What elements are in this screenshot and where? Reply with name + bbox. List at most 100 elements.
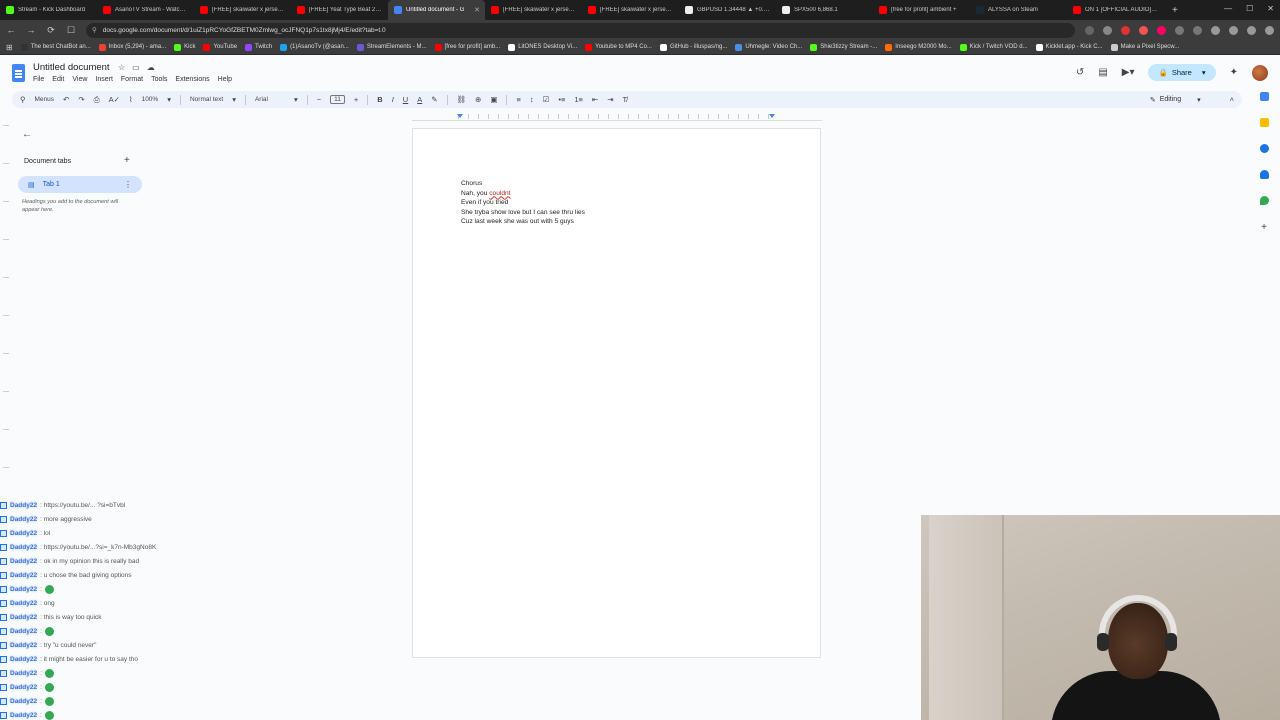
bookmark-item[interactable]: Kick (174, 43, 195, 51)
add-addon-icon[interactable]: + (1261, 222, 1267, 233)
star-icon[interactable] (1103, 25, 1112, 35)
bookmark-item[interactable]: Uhmegle: Video Ch... (735, 43, 802, 51)
keep-icon[interactable] (1259, 118, 1269, 127)
bookmark-item[interactable]: The best ChatBot an... (20, 43, 91, 51)
right-indent-marker[interactable] (769, 114, 775, 118)
bookmark-item[interactable]: LitONES Desktop Vi... (508, 43, 577, 51)
search-menus-icon[interactable]: ⚲ (20, 95, 26, 104)
add-tab-icon[interactable]: + (124, 155, 130, 166)
checklist-icon[interactable]: ☑ (543, 95, 550, 104)
browser-tab[interactable]: AsanoTV Stream - Watch Li (97, 0, 194, 20)
bookmark-item[interactable]: Shie3tizzy Stream -... (810, 43, 877, 51)
puzzle-icon[interactable] (1193, 25, 1202, 35)
browser-tab[interactable]: [FREE] skaiwater x jersey cl (194, 0, 291, 20)
profile-icon[interactable] (1247, 25, 1256, 35)
menu-tools[interactable]: Tools (151, 76, 167, 83)
menu-edit[interactable]: Edit (52, 76, 64, 83)
bulleted-list-icon[interactable]: •≡ (558, 95, 565, 104)
browser-tab[interactable]: [free for profit] ambient + (873, 0, 970, 20)
bookmark-item[interactable]: GitHub - illuspas/ng... (659, 43, 727, 51)
bookmark-item[interactable]: Youtube to MP4 Co... (585, 43, 652, 51)
url-field[interactable]: ⚲ docs.google.com/document/d/1uiZ1pRCYoG… (86, 22, 1075, 38)
meet-icon[interactable]: ▶▾ (1122, 67, 1135, 78)
zoom-select[interactable]: 100% (142, 96, 159, 103)
bookmark-item[interactable]: Inseego M2000 Mo... (885, 43, 952, 51)
menu-extensions[interactable]: Extensions (175, 76, 209, 83)
cloud-status-icon[interactable]: ☁ (147, 63, 155, 72)
browser-tab[interactable]: ALYSSA on Steam (970, 0, 1067, 20)
tab-options-icon[interactable]: ⋮ (124, 180, 132, 189)
font-select[interactable]: Arial (255, 96, 285, 103)
increase-font-icon[interactable]: + (354, 95, 358, 104)
chevron-down-icon[interactable]: ▾ (294, 95, 298, 104)
style-select[interactable]: Normal text (190, 96, 223, 103)
browser-tab[interactable]: GBPUSD 1.34448 ▲ +0.14% (679, 0, 776, 20)
chevron-down-icon[interactable]: ▾ (1202, 68, 1206, 77)
image-icon[interactable]: ▣ (490, 95, 497, 104)
undo-icon[interactable]: ↶ (63, 95, 69, 104)
bookmark-item[interactable]: Kick / Twitch VOD d... (959, 43, 1028, 51)
menu-view[interactable]: View (72, 76, 87, 83)
increase-indent-icon[interactable]: ⇥ (607, 95, 613, 104)
editing-mode-select[interactable]: ✎ Editing ▾ (1150, 96, 1201, 104)
decrease-font-icon[interactable]: − (317, 95, 321, 104)
print-icon[interactable]: ⎙ (94, 95, 100, 105)
menus-search[interactable]: Menus (35, 96, 55, 103)
menu-help[interactable]: Help (218, 76, 232, 83)
avatar[interactable] (1252, 64, 1268, 81)
browser-tab[interactable]: Stream - Kick Dashboard (0, 0, 97, 20)
move-folder-icon[interactable]: ▭ (132, 63, 140, 72)
browser-tab[interactable]: SPX500 6,868.1 (776, 0, 873, 20)
site-info-icon[interactable]: ⚲ (92, 26, 97, 34)
spellcheck-icon[interactable]: A✓ (109, 95, 120, 104)
comments-icon[interactable]: ▤ (1098, 67, 1107, 78)
underline-icon[interactable]: U (403, 95, 408, 104)
share-page-icon[interactable] (1085, 25, 1094, 35)
apps-grid-icon[interactable]: ⊞ (6, 43, 13, 52)
back-arrow-icon[interactable]: ← (22, 129, 32, 140)
horizontal-ruler[interactable] (412, 113, 822, 121)
collapse-toolbar-icon[interactable]: ˄ (1230, 95, 1234, 104)
bookmark-item[interactable]: Twitch (245, 43, 272, 51)
bookmark-item[interactable]: Kicklet.app - Kick C... (1035, 43, 1103, 51)
menu-insert[interactable]: Insert (95, 76, 113, 83)
bookmark-item[interactable]: Inbox (5,294) - ama... (98, 43, 166, 51)
chevron-down-icon[interactable]: ▾ (167, 95, 171, 104)
history-icon[interactable]: ↺ (1076, 67, 1084, 78)
highlight-icon[interactable]: ✎ (431, 95, 437, 104)
left-indent-marker[interactable] (457, 114, 463, 118)
chevron-down-icon[interactable]: ▾ (232, 95, 236, 104)
link-icon[interactable]: ⛓ (457, 95, 467, 104)
tasks-icon[interactable] (1259, 144, 1269, 153)
bookmark-page-icon[interactable]: ☐ (66, 25, 76, 36)
close-icon[interactable]: ✕ (1267, 4, 1274, 13)
maximize-icon[interactable]: ☐ (1246, 4, 1253, 13)
bold-icon[interactable]: B (377, 95, 382, 104)
italic-icon[interactable]: I (392, 95, 394, 104)
browser-tab[interactable]: Untitled document - G ✕ (388, 0, 485, 20)
line-spacing-icon[interactable]: ↕ (530, 95, 534, 104)
download-icon[interactable] (1229, 25, 1238, 35)
align-icon[interactable]: ≡ (516, 95, 520, 104)
paint-format-icon[interactable]: ⌇ (129, 95, 133, 104)
star-icon[interactable]: ☆ (118, 63, 125, 72)
browser-tab[interactable]: [FREE] skaiwater x jersey cl (582, 0, 679, 20)
calendar-icon[interactable] (1259, 92, 1269, 101)
browser-tab[interactable]: ON 1 [OFFICIAL AUDIO] - Y (1067, 0, 1164, 20)
clear-formatting-icon[interactable]: T̸ (622, 95, 627, 104)
extension-icon[interactable] (1157, 25, 1166, 35)
gemini-icon[interactable]: ✦ (1230, 67, 1238, 78)
maps-icon[interactable] (1259, 196, 1269, 205)
numbered-list-icon[interactable]: 1≡ (574, 95, 583, 104)
comment-icon[interactable]: ⊕ (475, 95, 481, 104)
minimize-icon[interactable]: — (1224, 4, 1232, 13)
new-tab-button[interactable]: + (1172, 5, 1178, 16)
browser-tab[interactable]: [FREE] Yeat Type Beat 2025 (291, 0, 388, 20)
document-body[interactable]: Chorus Nah, you couldnt Even if you trie… (461, 179, 585, 227)
document-tab-1[interactable]: ▤ Tab 1 ⋮ (18, 176, 142, 193)
close-tab-icon[interactable]: ✕ (474, 6, 480, 14)
docs-logo-icon[interactable] (12, 64, 25, 82)
text-color-icon[interactable]: A (417, 95, 422, 104)
extension-icon[interactable] (1175, 25, 1184, 35)
menu-format[interactable]: Format (121, 76, 143, 83)
